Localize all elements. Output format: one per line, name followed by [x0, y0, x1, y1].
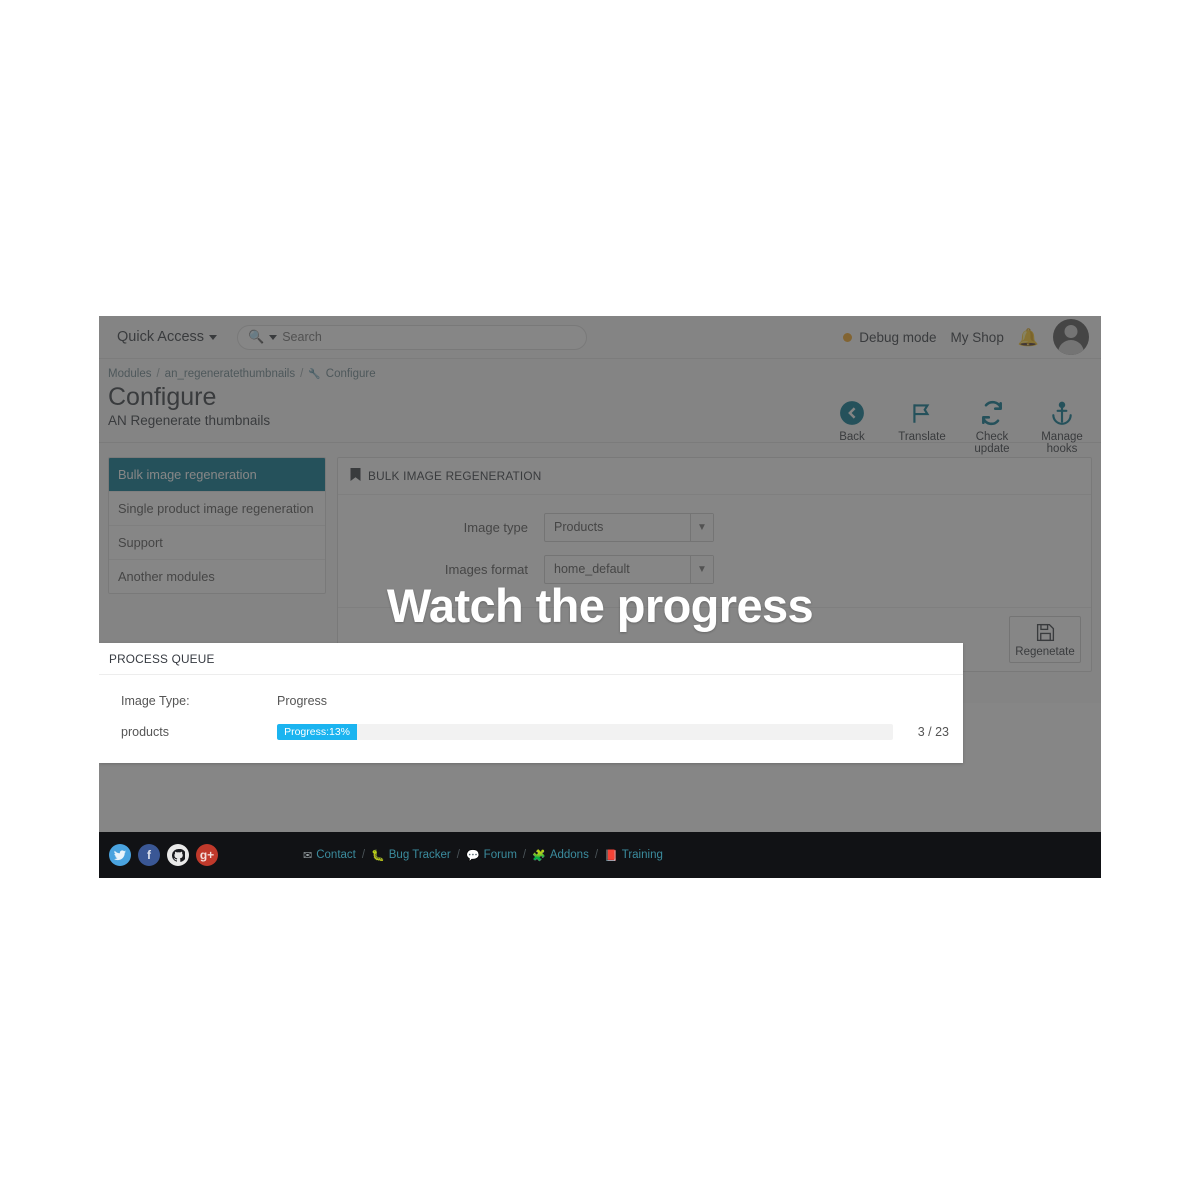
queue-row-count: 3 / 23: [917, 724, 949, 739]
footer-link-forum[interactable]: 💬 Forum: [466, 849, 517, 862]
field-row-image-type: Image type Products ▼: [350, 512, 1079, 542]
bell-icon[interactable]: 🔔: [1018, 329, 1039, 346]
footer-link-label: Contact: [316, 849, 356, 861]
process-queue-header-row: Image Type: Progress: [109, 685, 953, 716]
anchor-icon: [1027, 399, 1097, 427]
column-header-image-type: Image Type:: [121, 693, 190, 708]
search-icon: 🔍: [248, 329, 265, 344]
refresh-icon: [957, 399, 1027, 427]
breadcrumb: Modules / an_regeneratethumbnails / 🔧 Co…: [108, 368, 1083, 380]
column-header-progress: Progress: [277, 693, 328, 708]
overlay-headline: Watch the progress: [386, 579, 814, 632]
regenerate-button-label: Regenetate: [1015, 645, 1075, 658]
footer-link-training[interactable]: 📕 Training: [604, 849, 663, 862]
sidebar-item-label: Support: [118, 534, 163, 550]
page-header: Modules / an_regeneratethumbnails / 🔧 Co…: [99, 359, 1101, 455]
twitter-icon[interactable]: [109, 844, 131, 866]
progress-bar-track: Progress:13%: [277, 723, 893, 740]
flag-icon: [887, 399, 957, 427]
footer-separator: /: [361, 849, 366, 861]
toolbar-label-back: Back: [839, 431, 865, 443]
bulk-regeneration-panel: BULK IMAGE REGENERATION Image type Produ…: [337, 456, 1092, 672]
breadcrumb-separator-2: /: [300, 368, 304, 380]
quick-access-label: Quick Access: [117, 329, 205, 345]
footer-links: ✉ Contact / 🐛 Bug Tracker / 💬 Forum / 🧩 …: [303, 849, 663, 862]
image-type-select[interactable]: Products ▼: [544, 512, 714, 542]
module-sidebar: Bulk image regeneration Single product i…: [108, 456, 326, 594]
field-label-image-type: Image type: [463, 519, 528, 535]
footer-separator: /: [522, 849, 527, 861]
footer-link-addons[interactable]: 🧩 Addons: [532, 849, 589, 862]
progress-bar-label: Progress:13%: [284, 725, 351, 738]
search-input[interactable]: [282, 330, 577, 344]
github-icon[interactable]: [167, 844, 189, 866]
footer-separator: /: [594, 849, 599, 861]
shop-link[interactable]: My Shop: [951, 330, 1004, 345]
puzzle-icon: 🧩: [532, 849, 546, 862]
search-scope-chevron-down-icon[interactable]: [269, 334, 278, 340]
quick-access-menu[interactable]: Quick Access: [111, 329, 223, 345]
sidebar-item-support[interactable]: Support: [109, 526, 325, 560]
toolbar-button-check-update[interactable]: Check update: [957, 399, 1027, 455]
queue-row-progress-cell: Progress:13%: [277, 723, 893, 740]
bug-icon: 🐛: [371, 849, 385, 862]
bookmark-icon: [350, 467, 361, 484]
process-queue-panel: PROCESS QUEUE Image Type: Progress produ…: [99, 643, 963, 763]
breadcrumb-separator: /: [156, 368, 160, 380]
search-box[interactable]: 🔍: [237, 324, 588, 350]
debug-mode-indicator[interactable]: Debug mode: [843, 329, 937, 345]
breadcrumb-item-modules[interactable]: Modules: [108, 368, 151, 380]
footer-separator: /: [456, 849, 460, 861]
breadcrumb-item-configure: Configure: [325, 368, 376, 380]
image-type-value: Products: [554, 520, 604, 534]
page-toolbar: Back Translate Check update Manage hooks: [817, 399, 1097, 455]
toolbar-label-translate: Translate: [898, 431, 946, 443]
googleplus-icon[interactable]: g+: [196, 844, 218, 866]
envelope-icon: ✉: [303, 849, 313, 862]
process-queue-title: PROCESS QUEUE: [99, 643, 963, 675]
debug-status-dot-icon: [843, 332, 853, 342]
footer-link-bug-tracker[interactable]: 🐛 Bug Tracker: [371, 849, 451, 862]
toolbar-button-translate[interactable]: Translate: [887, 399, 957, 443]
topbar-right-group: Debug mode My Shop 🔔: [843, 319, 1089, 355]
progress-bar-fill: Progress:13%: [277, 723, 358, 740]
footer-link-contact[interactable]: ✉ Contact: [303, 849, 356, 862]
sidebar-item-label: Single product image regeneration: [118, 500, 314, 516]
toolbar-label-check-update: Check update: [974, 431, 1010, 455]
page-canvas: Quick Access 🔍 Debug mode My Shop 🔔: [0, 0, 1200, 1200]
breadcrumb-item-module[interactable]: an_regeneratethumbnails: [165, 368, 295, 380]
chevron-down-icon: [209, 334, 218, 340]
comments-icon: 💬: [465, 849, 480, 862]
admin-screenshot: Quick Access 🔍 Debug mode My Shop 🔔: [99, 316, 1101, 878]
table-row: products Progress:13% 3 / 23: [109, 716, 953, 747]
toolbar-button-manage-hooks[interactable]: Manage hooks: [1027, 399, 1097, 455]
sidebar-item-bulk-image-regeneration[interactable]: Bulk image regeneration: [109, 457, 325, 492]
sidebar-item-single-product-image-regeneration[interactable]: Single product image regeneration: [109, 492, 325, 526]
wrench-icon: 🔧: [308, 368, 321, 380]
admin-topbar: Quick Access 🔍 Debug mode My Shop 🔔: [99, 316, 1101, 359]
facebook-icon[interactable]: f: [138, 844, 160, 866]
footer-link-label: Forum: [483, 849, 517, 861]
book-icon: 📕: [604, 849, 618, 862]
footer-link-label: Training: [621, 849, 663, 861]
arrow-left-circle-icon: [817, 399, 887, 427]
field-label-images-format: Images format: [444, 561, 528, 577]
toolbar-button-back[interactable]: Back: [817, 399, 887, 443]
sidebar-item-label: Bulk image regeneration: [118, 466, 257, 482]
toolbar-label-manage-hooks: Manage hooks: [1041, 431, 1083, 455]
footer-link-label: Addons: [549, 849, 589, 861]
chevron-down-icon[interactable]: ▼: [690, 513, 713, 541]
panel-header: BULK IMAGE REGENERATION: [338, 458, 1091, 495]
process-queue-body: Image Type: Progress products Progress:1…: [99, 675, 963, 747]
images-format-value: home_default: [554, 562, 630, 576]
avatar[interactable]: [1053, 319, 1089, 355]
debug-mode-label: Debug mode: [859, 329, 937, 345]
social-links: f g+: [109, 844, 218, 866]
panel-title: BULK IMAGE REGENERATION: [368, 468, 542, 483]
footer-link-label: Bug Tracker: [388, 849, 451, 861]
admin-footer: f g+ ✉ Contact / 🐛 Bug Tracker / 💬 Forum…: [99, 832, 1101, 878]
queue-row-image-type: products: [121, 724, 169, 739]
